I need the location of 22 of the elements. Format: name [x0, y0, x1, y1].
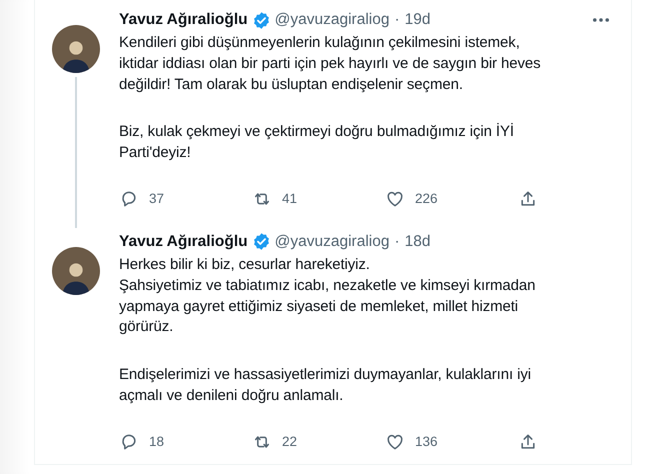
- separator-dot: ·: [394, 11, 400, 29]
- author-name[interactable]: Yavuz Ağıralioğlu: [119, 232, 248, 251]
- tweet-text: Endişelerimizi ve hassasiyetlerimizi duymayanlar, kulaklarını iyi açmalı ve denileni doğru anlamalı.: [119, 365, 532, 406]
- tweet-time[interactable]: 19d: [404, 11, 430, 29]
- reply-button[interactable]: 18: [119, 432, 252, 452]
- tweet-text: Herkes bilir ki biz, cesurlar hareketiyiz. Şahsiyetimiz ve tabiatımız icabı, nezaketle ve kimseyi kırmadan yapmaya gayret ettiğimiz siyaseti de memleket, millet hizmeti görürüz.: [119, 254, 536, 338]
- separator-dot: ·: [394, 232, 400, 251]
- tweet-text: Kendileri gibi düşünmeyenlerin kulağının çekilmesini istemek, iktidar iddiası olan bir parti için pek hayırlı ve de saygın bir heves değildir! Tam olarak bu üsluptan endişelenir seçmen.: [119, 33, 542, 95]
- author-handle[interactable]: @yavuzagiraliog: [274, 11, 390, 29]
- avatar[interactable]: [52, 25, 100, 73]
- more-icon: [593, 18, 609, 22]
- avatar[interactable]: [52, 246, 100, 295]
- like-button[interactable]: 136: [385, 432, 518, 452]
- tweet-time[interactable]: 18d: [404, 232, 430, 251]
- author-handle[interactable]: @yavuzagiraliog: [274, 232, 390, 251]
- retweet-button[interactable]: 41: [252, 188, 385, 209]
- tweet-text: Biz, kulak çekmeyi ve çektirmeyi doğru bulmadığımız için İYİ Parti'deyiz!: [119, 122, 515, 164]
- author-name[interactable]: Yavuz Ağıralioğlu: [119, 11, 248, 29]
- retweet-button[interactable]: 22: [252, 432, 385, 452]
- reply-button[interactable]: 37: [119, 188, 252, 209]
- more-button[interactable]: [593, 18, 609, 22]
- like-button[interactable]: 226: [385, 188, 518, 209]
